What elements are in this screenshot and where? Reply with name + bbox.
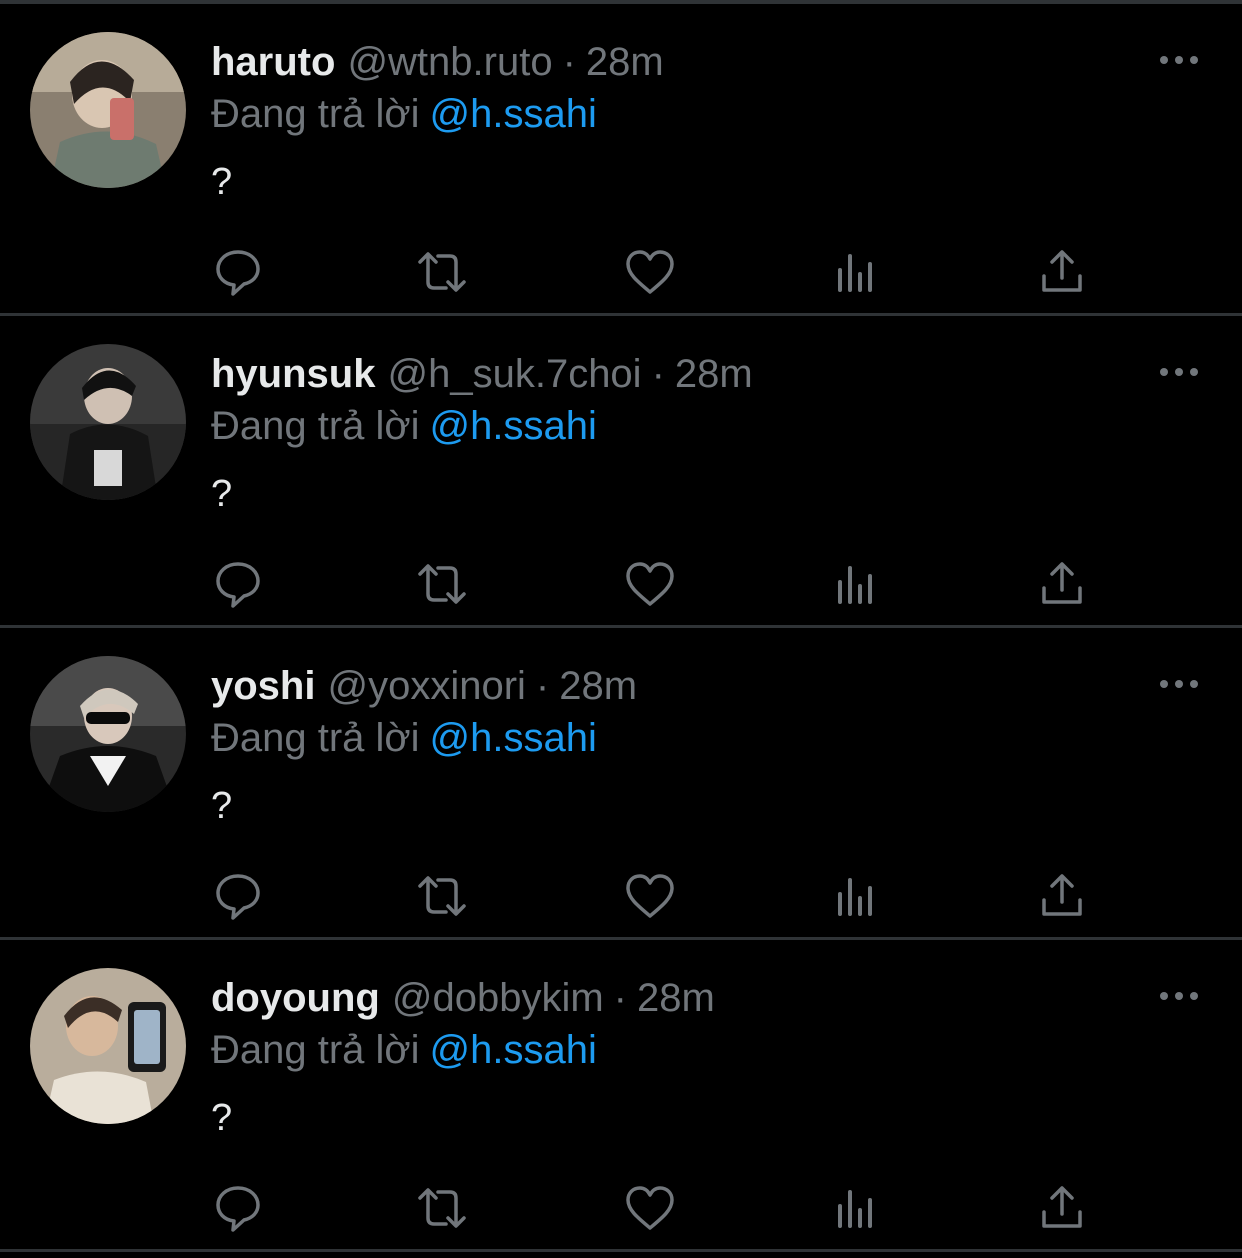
user-handle[interactable]: @dobbykim	[392, 976, 604, 1020]
display-name[interactable]: yoshi	[211, 664, 315, 708]
user-handle[interactable]: @h_suk.7choi	[387, 352, 641, 396]
replying-to: Đang trả lời @h.ssahi	[211, 90, 597, 138]
avatar[interactable]	[30, 344, 186, 500]
replying-to-label: Đang trả lời	[211, 92, 420, 136]
views-chart-icon[interactable]	[828, 1180, 884, 1236]
mention-link[interactable]: @h.ssahi	[430, 404, 597, 448]
tweet-item[interactable]: hyunsuk @h_suk.7choi · 28m Đang trả lời @h.s…	[0, 316, 1242, 628]
heart-icon[interactable]	[622, 244, 678, 300]
timestamp[interactable]: 28m	[637, 976, 715, 1020]
user-handle[interactable]: @yoxxinori	[327, 664, 525, 708]
timestamp[interactable]: 28m	[559, 664, 637, 708]
separator: ·	[613, 976, 627, 1020]
more-dots-icon[interactable]	[1158, 984, 1202, 1008]
tweet-item[interactable]: doyoung @dobbykim · 28m Đang trả lời @h.ssah…	[0, 940, 1242, 1252]
more-dots-icon[interactable]	[1158, 672, 1202, 696]
reply-feed: haruto @wtnb.ruto · 28m Đang trả lời @h.ssah…	[0, 0, 1242, 1258]
replying-to: Đang trả lời @h.ssahi	[211, 1026, 597, 1074]
reply-icon[interactable]	[210, 556, 266, 612]
separator: ·	[562, 40, 576, 84]
reply-icon[interactable]	[210, 868, 266, 924]
separator: ·	[651, 352, 665, 396]
replying-to-label: Đang trả lời	[211, 404, 420, 448]
share-icon[interactable]	[1034, 868, 1090, 924]
heart-icon[interactable]	[622, 556, 678, 612]
avatar[interactable]	[30, 656, 186, 812]
tweet-header: doyoung @dobbykim · 28m	[211, 974, 715, 1022]
retweet-icon[interactable]	[414, 868, 470, 924]
mention-link[interactable]: @h.ssahi	[430, 1028, 597, 1072]
share-icon[interactable]	[1034, 244, 1090, 300]
avatar[interactable]	[30, 968, 186, 1124]
tweet-text: ?	[211, 473, 233, 515]
tweet-header: yoshi @yoxxinori · 28m	[211, 662, 637, 710]
display-name[interactable]: haruto	[211, 40, 335, 84]
replying-to: Đang trả lời @h.ssahi	[211, 402, 597, 450]
replying-to-label: Đang trả lời	[211, 716, 420, 760]
tweet-text: ?	[211, 161, 233, 203]
reply-icon[interactable]	[210, 244, 266, 300]
share-icon[interactable]	[1034, 1180, 1090, 1236]
tweet-header: hyunsuk @h_suk.7choi · 28m	[211, 350, 753, 398]
more-dots-icon[interactable]	[1158, 48, 1202, 72]
retweet-icon[interactable]	[414, 244, 470, 300]
tweet-item[interactable]: haruto @wtnb.ruto · 28m Đang trả lời @h.ssah…	[0, 4, 1242, 316]
replying-to: Đang trả lời @h.ssahi	[211, 714, 597, 762]
retweet-icon[interactable]	[414, 1180, 470, 1236]
retweet-icon[interactable]	[414, 556, 470, 612]
avatar[interactable]	[30, 32, 186, 188]
tweet-text: ?	[211, 785, 233, 827]
mention-link[interactable]: @h.ssahi	[430, 92, 597, 136]
display-name[interactable]: hyunsuk	[211, 352, 375, 396]
user-handle[interactable]: @wtnb.ruto	[347, 40, 552, 84]
tweet-divider	[0, 1249, 1242, 1252]
separator: ·	[535, 664, 550, 708]
tweet-header: haruto @wtnb.ruto · 28m	[211, 38, 664, 86]
tweet-item[interactable]: yoshi @yoxxinori · 28m Đang trả lời @h.ssahi…	[0, 628, 1242, 940]
heart-icon[interactable]	[622, 868, 678, 924]
views-chart-icon[interactable]	[828, 244, 884, 300]
heart-icon[interactable]	[622, 1180, 678, 1236]
mention-link[interactable]: @h.ssahi	[430, 716, 597, 760]
share-icon[interactable]	[1034, 556, 1090, 612]
views-chart-icon[interactable]	[828, 556, 884, 612]
reply-icon[interactable]	[210, 1180, 266, 1236]
timestamp[interactable]: 28m	[675, 352, 753, 396]
replying-to-label: Đang trả lời	[211, 1028, 420, 1072]
tweet-text: ?	[211, 1097, 233, 1139]
timestamp[interactable]: 28m	[586, 40, 664, 84]
display-name[interactable]: doyoung	[211, 976, 380, 1020]
views-chart-icon[interactable]	[828, 868, 884, 924]
more-dots-icon[interactable]	[1158, 360, 1202, 384]
